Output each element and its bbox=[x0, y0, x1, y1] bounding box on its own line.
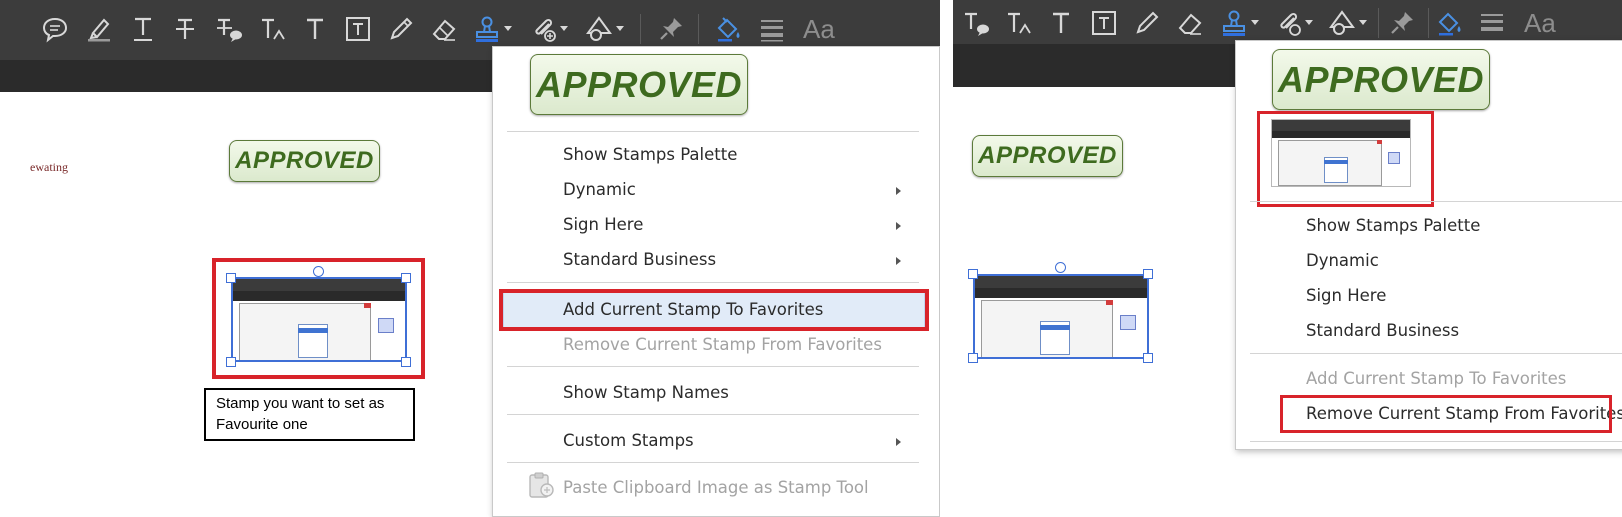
menu-item-add-to-favorites: Add Current Stamp To Favorites bbox=[1306, 369, 1567, 388]
menu-item-custom-stamps[interactable]: Custom Stamps bbox=[563, 430, 694, 452]
menu-item-remove-from-favorites: Remove Current Stamp From Favorites bbox=[563, 335, 882, 354]
sticky-note-icon[interactable] bbox=[38, 12, 72, 46]
menu-item-standard-business[interactable]: Standard Business bbox=[563, 249, 716, 271]
toolbar-separator bbox=[1378, 8, 1379, 38]
selection-frame bbox=[231, 277, 407, 362]
callout-note: Stamp you want to set as Favourite one bbox=[204, 388, 415, 441]
strikethrough-text-icon[interactable] bbox=[168, 12, 202, 46]
resize-handle[interactable] bbox=[1143, 269, 1153, 279]
text-box-icon[interactable] bbox=[341, 12, 375, 46]
insert-text-icon[interactable] bbox=[1002, 6, 1036, 40]
resize-handle[interactable] bbox=[226, 357, 236, 367]
insert-text-icon[interactable] bbox=[256, 12, 290, 46]
add-text-icon[interactable] bbox=[1044, 6, 1078, 40]
menu-item-remove-from-favorites[interactable]: Remove Current Stamp From Favorites bbox=[1306, 403, 1622, 425]
replace-text-icon[interactable] bbox=[212, 12, 246, 46]
annotation-toolbar: Aa bbox=[953, 0, 1622, 44]
current-stamp-preview[interactable]: APPROVED bbox=[530, 54, 748, 115]
menu-item-sign-here[interactable]: Sign Here bbox=[563, 214, 643, 236]
stamp-dropdown-menu: APPROVED Show Stamps Palette Dynamic Sig… bbox=[1235, 40, 1622, 450]
submenu-arrow-icon bbox=[896, 438, 901, 446]
fill-color-icon[interactable] bbox=[712, 12, 746, 46]
menu-separator bbox=[1250, 441, 1622, 442]
menu-item-paste-clipboard-image: Paste Clipboard Image as Stamp Tool bbox=[563, 478, 869, 497]
shapes-icon[interactable] bbox=[1325, 6, 1367, 40]
comparison-screenshot: Aa ewating APPROVED Stamp you want to se… bbox=[0, 0, 1622, 517]
stamp-icon[interactable] bbox=[470, 12, 512, 46]
toolbar-separator bbox=[1428, 8, 1429, 38]
menu-separator bbox=[1250, 201, 1622, 202]
rotate-handle[interactable] bbox=[1055, 262, 1066, 273]
menu-separator bbox=[507, 414, 919, 415]
eraser-icon[interactable] bbox=[1173, 6, 1207, 40]
selection-frame bbox=[973, 274, 1149, 359]
line-weight-icon[interactable] bbox=[755, 12, 789, 46]
pin-icon[interactable] bbox=[1385, 6, 1419, 40]
menu-separator bbox=[507, 366, 919, 367]
menu-item-dynamic[interactable]: Dynamic bbox=[1306, 250, 1379, 272]
fill-color-icon[interactable] bbox=[1433, 6, 1467, 40]
text-box-icon[interactable] bbox=[1087, 6, 1121, 40]
highlighter-icon[interactable] bbox=[82, 12, 116, 46]
stamp-icon[interactable] bbox=[1217, 6, 1259, 40]
approved-stamp[interactable]: APPROVED bbox=[972, 135, 1123, 177]
resize-handle[interactable] bbox=[401, 273, 411, 283]
faint-document-text: ewating bbox=[30, 160, 68, 174]
pin-icon[interactable] bbox=[654, 12, 688, 46]
submenu-arrow-icon bbox=[896, 257, 901, 265]
menu-item-show-stamps-palette[interactable]: Show Stamps Palette bbox=[1306, 215, 1480, 237]
menu-item-add-to-favorites[interactable]: Add Current Stamp To Favorites bbox=[563, 299, 823, 321]
toolbar-separator bbox=[698, 14, 699, 44]
shapes-icon[interactable] bbox=[582, 12, 624, 46]
text-properties-icon[interactable]: Aa bbox=[803, 12, 835, 46]
favorite-stamp-thumbnail[interactable] bbox=[1271, 119, 1411, 187]
resize-handle[interactable] bbox=[968, 269, 978, 279]
text-properties-icon[interactable]: Aa bbox=[1524, 6, 1556, 40]
menu-item-show-stamp-names[interactable]: Show Stamp Names bbox=[563, 382, 729, 404]
resize-handle[interactable] bbox=[1143, 353, 1153, 363]
resize-handle[interactable] bbox=[401, 357, 411, 367]
stamp-dropdown-menu: APPROVED Show Stamps Palette Dynamic Sig… bbox=[492, 46, 940, 517]
attach-file-icon[interactable] bbox=[526, 12, 568, 46]
add-text-icon[interactable] bbox=[298, 12, 332, 46]
line-weight-icon[interactable] bbox=[1475, 6, 1509, 40]
menu-item-show-stamps-palette[interactable]: Show Stamps Palette bbox=[563, 144, 737, 166]
resize-handle[interactable] bbox=[968, 353, 978, 363]
menu-separator bbox=[507, 282, 919, 283]
menu-separator bbox=[1250, 353, 1622, 354]
underline-text-icon[interactable] bbox=[126, 12, 160, 46]
rotate-handle[interactable] bbox=[313, 266, 324, 277]
menu-separator bbox=[507, 462, 919, 463]
submenu-arrow-icon bbox=[896, 187, 901, 195]
toolbar-separator bbox=[640, 14, 641, 44]
approved-stamp[interactable]: APPROVED bbox=[229, 140, 380, 182]
eraser-icon[interactable] bbox=[427, 12, 461, 46]
menu-item-dynamic[interactable]: Dynamic bbox=[563, 179, 636, 201]
left-panel: Aa ewating APPROVED Stamp you want to se… bbox=[0, 0, 940, 517]
current-stamp-preview[interactable]: APPROVED bbox=[1272, 49, 1490, 110]
pencil-icon[interactable] bbox=[384, 12, 418, 46]
pencil-icon[interactable] bbox=[1130, 6, 1164, 40]
menu-item-sign-here[interactable]: Sign Here bbox=[1306, 285, 1386, 307]
paste-clipboard-icon bbox=[527, 471, 557, 501]
menu-item-standard-business[interactable]: Standard Business bbox=[1306, 320, 1459, 342]
attach-file-icon[interactable] bbox=[1271, 6, 1313, 40]
right-panel: Aa APPROVED APPROVED Show Stamps Palette… bbox=[953, 0, 1622, 517]
replace-text-icon[interactable] bbox=[959, 6, 993, 40]
menu-separator bbox=[507, 131, 919, 132]
submenu-arrow-icon bbox=[896, 222, 901, 230]
resize-handle[interactable] bbox=[226, 273, 236, 283]
